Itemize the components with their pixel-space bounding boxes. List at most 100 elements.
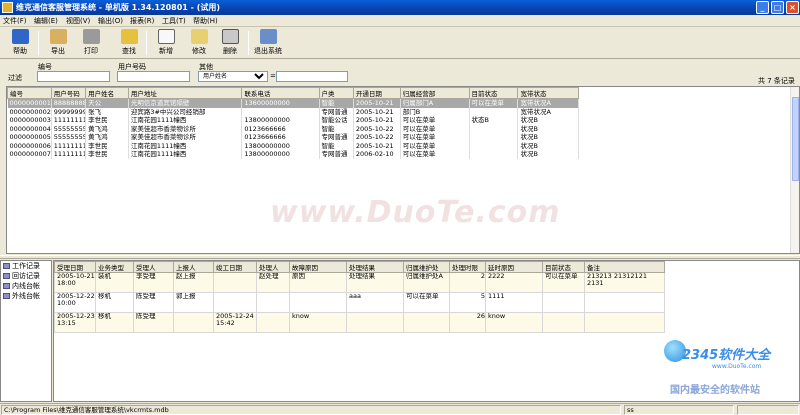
menu-file[interactable]: 文件(F) <box>3 16 27 26</box>
column-header[interactable]: 宽带状态 <box>517 87 579 99</box>
column-header[interactable]: 归属经营部 <box>399 87 470 99</box>
table-cell: 5 <box>449 292 486 313</box>
column-header[interactable]: 受理人 <box>133 261 174 273</box>
table-cell: 状况B <box>517 116 579 125</box>
column-header[interactable]: 用户地址 <box>127 87 243 99</box>
table-row[interactable]: 0000000007 11111111 李世民 江南花园1111幢西 138000000… <box>7 150 579 159</box>
table-cell: 状况B <box>517 150 579 159</box>
value-input[interactable] <box>276 71 348 82</box>
table-cell <box>256 312 290 333</box>
menu-view[interactable]: 视图(V) <box>66 16 90 26</box>
record-icon <box>3 273 10 279</box>
column-header[interactable]: 用户号码 <box>50 87 87 99</box>
table-cell: 2005-12-23 13:15 <box>54 312 96 333</box>
table-cell <box>213 272 257 293</box>
table-cell: 李世民 <box>85 141 129 150</box>
column-header[interactable]: 开通日期 <box>352 87 401 99</box>
table-cell <box>542 292 585 313</box>
table-row[interactable]: 0000000006 11111111 李世民 江南花园1111幢西 138000000… <box>7 141 579 150</box>
sidebar-item-work-log[interactable]: 工作记录 <box>1 261 51 271</box>
menu-output[interactable]: 输出(O) <box>98 16 123 26</box>
table-cell: 13800000000 <box>241 150 320 159</box>
edit-button[interactable]: 修改 <box>184 29 214 56</box>
site-logo: 2345软件大全 www.DuoTe.com 国内最安全的软件站 <box>660 338 800 403</box>
column-header[interactable]: 受理日期 <box>54 261 96 273</box>
table-cell: 0000000007 <box>7 150 52 159</box>
column-header[interactable]: 编号 <box>7 87 52 99</box>
table-row[interactable]: 0000000001 88888888 天公 光明信京道宾馆隔壁 13600000000… <box>7 98 579 108</box>
column-header[interactable]: 户类 <box>318 87 354 99</box>
table-cell: 13800000000 <box>241 141 320 150</box>
table-row[interactable]: 0000000005 55555555 黄飞鸿 家美佳超市香菜物诊所 012366666… <box>7 133 579 142</box>
column-header[interactable]: 竣工日期 <box>213 261 257 273</box>
table-cell: 可以在菜单 <box>400 124 470 133</box>
toolbar-separator <box>146 31 147 55</box>
table-cell: 2005-10-21 18:00 <box>54 272 96 293</box>
phone-input[interactable] <box>117 71 190 82</box>
table-row[interactable]: 2005-10-21 18:00 装机 李受理 赵上报 赵处理 原因 处理结果 归属维护处A 2… <box>54 272 665 293</box>
exit-button[interactable]: 退出系统 <box>252 29 284 56</box>
table-row[interactable]: 0000000004 55555555 黄飞鸿 家美佳超市香菜物诊所 012366666… <box>7 124 579 133</box>
export-icon <box>49 29 67 44</box>
export-button[interactable]: 导出 <box>43 29 73 56</box>
table-cell: 江南花园1111幢西 <box>128 150 243 159</box>
menu-help[interactable]: 帮助(H) <box>193 16 218 26</box>
maximize-button[interactable]: □ <box>771 1 784 14</box>
sidebar-item-internal-ledger[interactable]: 内线台帐 <box>1 281 51 291</box>
column-header[interactable]: 延时原因 <box>485 261 543 273</box>
print-button[interactable]: 打印 <box>76 29 106 56</box>
table-row[interactable]: 0000000002 99999999 张飞 迎宾路3#中兴公司经销部 专网普通 2005… <box>7 107 579 116</box>
menu-tools[interactable]: 工具(T) <box>162 16 186 26</box>
add-button[interactable]: 新增 <box>151 29 181 56</box>
table-cell: 状态B <box>469 116 519 125</box>
vertical-scrollbar[interactable] <box>790 87 799 253</box>
help-button[interactable]: 帮助 <box>5 29 35 56</box>
table-cell: 0123666666 <box>241 124 320 133</box>
sidebar-item-external-ledger[interactable]: 外线台帐 <box>1 291 51 301</box>
window-title: 维克通信客服管理系统 - 单机版 1.34.120801 - (试用) <box>16 3 221 12</box>
column-header[interactable]: 用户姓名 <box>85 87 129 99</box>
table-cell: 状况B <box>517 141 579 150</box>
menu-edit[interactable]: 编辑(E) <box>34 16 58 26</box>
column-header[interactable]: 目前状态 <box>468 87 519 99</box>
column-header[interactable]: 联系电话 <box>241 87 320 99</box>
minimize-button[interactable]: _ <box>756 1 769 14</box>
table-cell: 陈受理 <box>133 292 174 313</box>
sidebar-item-follow-up[interactable]: 回访记录 <box>1 271 51 281</box>
table-row[interactable]: 2005-12-23 13:15 移机 陈受理 2005-12-24 15:42 kno… <box>54 312 665 333</box>
splitter[interactable] <box>0 255 800 259</box>
delete-button[interactable]: 删除 <box>215 29 245 56</box>
table-cell <box>469 133 519 142</box>
scroll-thumb[interactable] <box>792 97 799 181</box>
find-button[interactable]: 查找 <box>114 29 144 56</box>
column-header[interactable]: 处理结果 <box>346 261 404 273</box>
table-row[interactable]: 0000000003 11111111 李世民 江南花园1111幢西 138000000… <box>7 116 579 125</box>
table-cell: 2005-10-22 <box>353 124 401 133</box>
column-header[interactable]: 上报人 <box>173 261 214 273</box>
column-header[interactable]: 处理人 <box>256 261 290 273</box>
table-cell: 归属部门A <box>400 98 470 108</box>
status-bar: C:\Program Files\维克通信客服管理系统\vkcrmts.mdb … <box>0 403 800 415</box>
column-header[interactable]: 备注 <box>584 261 665 273</box>
table-cell: 智能 <box>319 124 354 133</box>
table-cell: 2005-12-22 10:00 <box>54 292 96 313</box>
table-cell: 2005-10-21 <box>353 141 401 150</box>
table-cell: 宽带状况A <box>517 107 579 116</box>
status-path: C:\Program Files\维克通信客服管理系统\vkcrmts.mdb <box>1 405 621 415</box>
table-cell: 状况B <box>517 133 579 142</box>
table-row[interactable]: 2005-12-22 10:00 移机 陈受理 郭上报 aaa 可以在菜单 5 1111 <box>54 292 665 313</box>
close-button[interactable]: × <box>786 1 799 14</box>
field-select[interactable]: 用户姓名 <box>198 71 268 82</box>
trash-icon <box>221 29 239 44</box>
table-cell: 2 <box>449 272 486 293</box>
column-header[interactable]: 业务类型 <box>95 261 134 273</box>
table-cell <box>469 150 519 159</box>
title-bar: 维克通信客服管理系统 - 单机版 1.34.120801 - (试用) _ □ … <box>0 0 800 15</box>
column-header[interactable]: 目前状态 <box>542 261 585 273</box>
column-header[interactable]: 处理时限 <box>449 261 486 273</box>
column-header[interactable]: 故障原因 <box>289 261 347 273</box>
menu-report[interactable]: 报表(R) <box>130 16 154 26</box>
column-header[interactable]: 归属维护处 <box>403 261 450 273</box>
id-input[interactable] <box>37 71 110 82</box>
table-cell: 55555555 <box>51 124 87 133</box>
